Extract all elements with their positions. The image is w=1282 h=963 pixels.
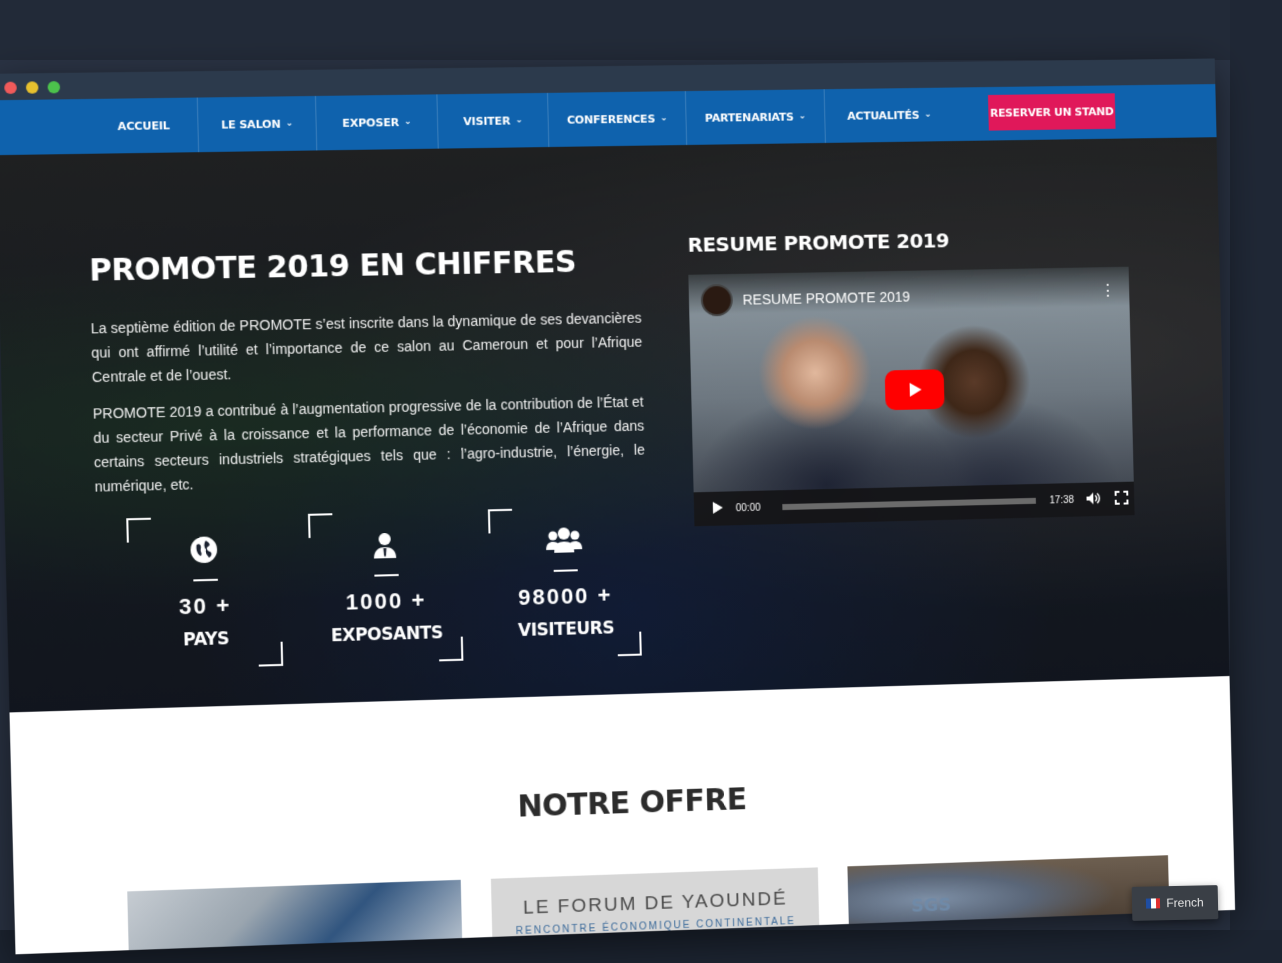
chevron-down-icon: ⌄ [798, 111, 807, 122]
language-label: French [1166, 895, 1204, 911]
nav-item-partenariats[interactable]: PARTENARIATS ⌄ [685, 89, 826, 145]
close-window-button[interactable] [4, 81, 17, 94]
video-player[interactable]: RESUME PROMOTE 2019 ⋮ 00:00 17:38 [688, 266, 1135, 527]
play-button[interactable] [884, 369, 945, 411]
stat-divider [374, 573, 399, 577]
hero-paragraph: PROMOTE 2019 a contribué à l’augmentatio… [92, 393, 645, 495]
fullscreen-icon[interactable] [1115, 490, 1129, 507]
video-controls: 00:00 17:38 [693, 481, 1135, 527]
play-icon [909, 382, 922, 397]
play-control-icon[interactable] [712, 500, 724, 517]
minimize-window-button[interactable] [25, 81, 39, 94]
current-time: 00:00 [735, 502, 761, 514]
globe-icon [127, 533, 281, 567]
chevron-down-icon: ⌄ [659, 113, 668, 124]
stat-value: 1000 + [345, 587, 427, 615]
hero-title: PROMOTE 2019 EN CHIFFRES [88, 244, 577, 289]
nav-item-label: ACTUALITÉS [847, 108, 920, 123]
users-icon [488, 524, 639, 558]
background-panel-top [0, 0, 1282, 60]
nav-item-label: CONFERENCES [566, 111, 656, 127]
browser-window: ACCUEIL LE SALON ⌄ EXPOSER ⌄ VISITER ⌄ C… [0, 58, 1236, 955]
background-panel-right [1230, 0, 1282, 963]
sgs-sign: SGS [910, 894, 952, 917]
video-embed-title[interactable]: RESUME PROMOTE 2019 [742, 289, 910, 308]
hero-paragraph: La septième édition de PROMOTE s’est ins… [90, 309, 643, 386]
nav-item-visiter[interactable]: VISITER ⌄ [437, 92, 550, 149]
stat-label: PAYS [182, 629, 230, 651]
stat-visiteurs: 98000 + VISITEURS [487, 506, 642, 660]
stat-divider [193, 578, 218, 582]
volume-icon[interactable] [1085, 491, 1101, 508]
offer-title: NOTRE OFFRE [517, 782, 748, 825]
chevron-down-icon: ⌄ [403, 116, 412, 128]
stat-value: 30 + [178, 592, 232, 620]
nav-item-actualites[interactable]: ACTUALITÉS ⌄ [825, 88, 954, 143]
chevron-down-icon: ⌄ [285, 118, 294, 129]
stat-label: VISITEURS [517, 618, 615, 642]
hero-section: PROMOTE 2019 EN CHIFFRES La septième édi… [0, 137, 1230, 713]
stat-divider [553, 569, 578, 572]
nav-item-exposer[interactable]: EXPOSER ⌄ [315, 94, 439, 151]
maximize-window-button[interactable] [47, 81, 61, 94]
language-switcher[interactable]: French [1131, 885, 1219, 921]
more-options-icon[interactable]: ⋮ [1100, 281, 1116, 301]
progress-bar[interactable] [782, 497, 1036, 511]
stat-value: 98000 + [517, 582, 613, 610]
nav-item-label: PARTENARIATS [704, 110, 794, 125]
offer-section: NOTRE OFFRE LE FORUM DE YAOUNDÉ RENCONTR… [9, 676, 1236, 955]
chevron-down-icon: ⌄ [515, 115, 523, 126]
nav-item-label: EXPOSER [342, 115, 400, 130]
user-icon [308, 528, 460, 562]
reserve-stand-button[interactable]: RESERVER UN STAND [987, 93, 1116, 131]
french-flag-icon [1146, 898, 1161, 909]
stat-exposants: 1000 + EXPOSANTS [307, 510, 464, 665]
chevron-down-icon: ⌄ [924, 109, 932, 120]
nav-item-label: VISITER [463, 113, 511, 128]
nav-item-conferences[interactable]: CONFERENCES ⌄ [548, 91, 688, 148]
video-section-title: RESUME PROMOTE 2019 [687, 228, 950, 257]
stat-label: EXPOSANTS [330, 623, 444, 647]
nav-item-le-salon[interactable]: LE SALON ⌄ [197, 95, 318, 153]
duration: 17:38 [1049, 494, 1075, 506]
nav-item-label: LE SALON [220, 117, 281, 132]
nav-item-label: ACCUEIL [117, 118, 170, 133]
stat-pays: 30 + PAYS [126, 515, 284, 671]
forum-title: LE FORUM DE YAOUNDÉ [522, 888, 788, 919]
nav-item-accueil[interactable]: ACCUEIL [89, 97, 200, 154]
